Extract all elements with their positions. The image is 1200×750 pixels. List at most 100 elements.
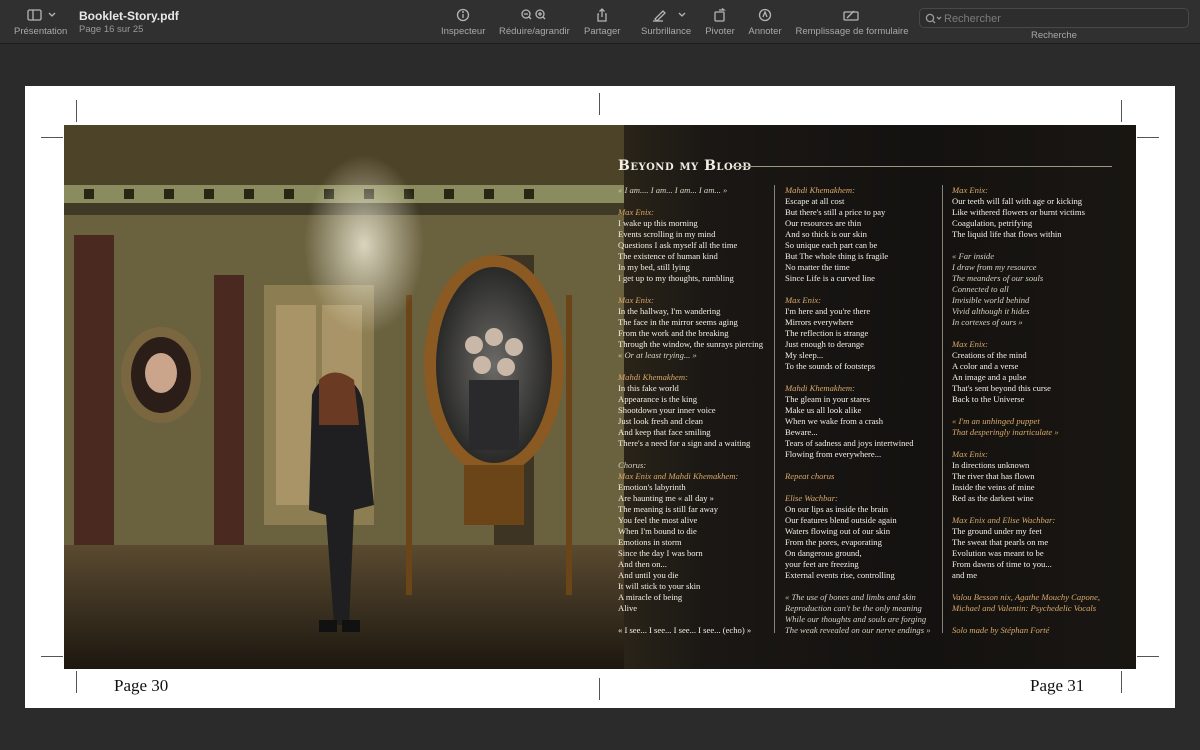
speaker-label: Mahdi Khemakhem: <box>785 383 855 393</box>
speaker-label: Max Enix: <box>952 449 989 459</box>
lyric-line: Beware... <box>785 427 818 437</box>
lyric-line: « Far inside <box>952 251 995 261</box>
crop-mark <box>1121 100 1122 122</box>
lyric-line: Vivid although it hides <box>952 306 1030 316</box>
stanza-gap <box>618 284 778 295</box>
lyric-line: Through the window, the sunrays piercing <box>618 339 764 349</box>
lyric-line: « Or at least trying... » <box>618 350 697 360</box>
highlight-label: Surbrillance <box>641 26 692 37</box>
booklet-illustration <box>64 125 624 669</box>
lyric-line: and me <box>952 570 978 580</box>
lyric-line: From dawns of time to you... <box>952 559 1052 569</box>
lyric-line: When I'm bound to die <box>618 526 697 536</box>
lyric-line: Our features blend outside again <box>785 515 897 525</box>
crop-mark <box>1137 137 1159 138</box>
lyric-line: The meanders of our souls <box>952 273 1044 283</box>
lyric-line: Like withered flowers or burnt victims <box>952 207 1085 217</box>
lyric-line: Emotion's labyrinth <box>618 482 686 492</box>
zoom-icon <box>499 8 570 26</box>
lyric-line: It will stick to your skin <box>618 581 701 591</box>
lyric-line: I wake up this morning <box>618 218 698 228</box>
lyric-line: To the sounds of footsteps <box>785 361 876 371</box>
lyric-line: A color and a verse <box>952 361 1019 371</box>
highlight-button[interactable]: Surbrillance <box>641 8 691 37</box>
sidebar-icon <box>14 8 67 26</box>
lyric-line: Just look fresh and clean <box>618 416 703 426</box>
share-button[interactable]: Partager <box>584 8 620 37</box>
crop-mark <box>599 93 600 115</box>
crop-mark <box>76 100 77 122</box>
speaker-label: Repeat chorus <box>785 471 835 481</box>
lyric-line: You feel the most alive <box>618 515 698 525</box>
lyric-line: In cortexes of ours » <box>952 317 1023 327</box>
stanza-gap <box>952 405 1112 416</box>
document-title: Booklet-Story.pdf <box>79 9 179 23</box>
lyric-line: There's a need for a sign and a waiting <box>618 438 751 448</box>
speaker-label: Max Enix: <box>785 295 822 305</box>
lyric-line: Chorus: <box>618 460 647 470</box>
lyric-line: In this fake world <box>618 383 679 393</box>
inspector-label: Inspecteur <box>441 26 486 37</box>
stanza-gap <box>618 196 778 207</box>
zoom-button[interactable]: Réduire/agrandir <box>499 8 570 37</box>
lyric-line: I draw from my resource <box>952 262 1037 272</box>
column-divider <box>942 185 943 633</box>
stanza-gap <box>785 581 945 592</box>
lyrics-column: Max Enix: Our teeth will fall with age or… <box>952 185 1112 636</box>
lyric-line: I get up to my thoughts, rumbling <box>618 273 734 283</box>
lyric-line: « I am.... I am... I am... I am... » <box>618 185 728 195</box>
lyric-line: Emotions in storm <box>618 537 682 547</box>
annotate-button[interactable]: Annoter <box>748 8 782 37</box>
speaker-label: Mahdi Khemakhem: <box>618 372 688 382</box>
stanza-gap <box>952 581 1112 592</box>
lyric-line: I'm here and you're there <box>785 306 871 316</box>
lyric-line: Escape at all cost <box>785 196 845 206</box>
pdf-page: Beyond my Blood « I am.... I am... I am.… <box>25 86 1175 708</box>
highlighter-icon <box>641 8 691 26</box>
speaker-label: Max Enix and Elise Wachbar: <box>952 515 1056 525</box>
lyric-line: External events rise, controlling <box>785 570 895 580</box>
lyric-line: The face in the mirror seems aging <box>618 317 738 327</box>
lyric-line: Waters flowing out of our skin <box>785 526 891 536</box>
stanza-gap <box>785 372 945 383</box>
lyric-line: On our lips as inside the brain <box>785 504 889 514</box>
lyric-line: Shootdown your inner voice <box>618 405 716 415</box>
stanza-gap <box>618 614 778 625</box>
annotate-label: Annoter <box>748 26 782 37</box>
lyric-line: The ground under my feet <box>952 526 1042 536</box>
lyric-line: Reproduction can't be the only meaning <box>785 603 922 613</box>
lyric-line: Connected to all <box>952 284 1009 294</box>
search-input[interactable] <box>944 11 1184 26</box>
crop-mark <box>76 671 77 693</box>
lyric-line: « I'm an unhinged puppet <box>952 416 1040 426</box>
lyric-line: So unique each part can be <box>785 240 878 250</box>
lyric-line: On dangerous ground, <box>785 548 862 558</box>
lyric-line: And then on... <box>618 559 667 569</box>
lyric-line: Our resources are thin <box>785 218 862 228</box>
view-menu-button[interactable]: Présentation <box>14 8 67 37</box>
title-rule <box>732 166 1112 167</box>
lyric-line: The weak revealed on our nerve endings » <box>785 625 931 635</box>
stanza-gap <box>952 240 1112 251</box>
lyric-line: In my bed, still lying <box>618 262 690 272</box>
lyric-line: Red as the darkest wine <box>952 493 1034 503</box>
lyric-line: Are haunting me « all day » <box>618 493 714 503</box>
stanza-gap <box>618 449 778 460</box>
lyrics-column: Mahdi Khemakhem: Escape at all cost But th… <box>785 185 945 636</box>
lyric-line: The existence of human kind <box>618 251 718 261</box>
lyric-line: From the work and the breaking <box>618 328 729 338</box>
search-field[interactable] <box>919 8 1189 28</box>
lyric-line: The reflection is strange <box>785 328 869 338</box>
lyric-line: Alive <box>618 603 638 613</box>
lyric-line: « I see... I see... I see... I see... (e… <box>618 625 752 635</box>
lyric-line: Michael and Valentin: Psychedelic Vocals <box>952 603 1097 613</box>
stanza-gap <box>952 328 1112 339</box>
rotate-button[interactable]: Pivoter <box>705 7 735 37</box>
lyric-line: While our thoughts and souls are forging <box>785 614 927 624</box>
inspector-button[interactable]: Inspecteur <box>441 8 485 37</box>
crop-mark <box>41 137 63 138</box>
lyric-line: A miracle of being <box>618 592 683 602</box>
form-fill-button[interactable]: Remplissage de formulaire <box>794 8 910 37</box>
lyric-line: Since the day I was born <box>618 548 703 558</box>
lyric-line: Mirrors everywhere <box>785 317 854 327</box>
